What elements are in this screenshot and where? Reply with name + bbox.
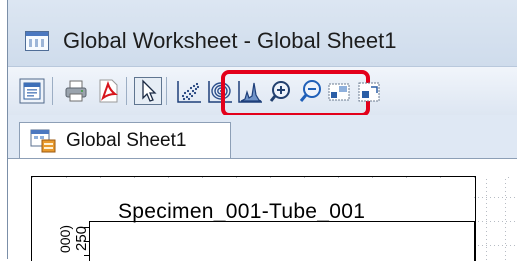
zoom-out-icon[interactable]	[298, 78, 324, 104]
print-icon[interactable]	[63, 78, 89, 104]
worksheet-tab-icon	[30, 129, 56, 153]
toolbar-separator	[166, 77, 167, 105]
y-tick-label: 250	[73, 225, 90, 251]
worksheet-app-icon[interactable]	[25, 31, 49, 51]
grid-line	[474, 245, 517, 246]
y-axis-tick	[84, 255, 90, 256]
fit-page-icon[interactable]	[356, 78, 382, 104]
dot-plot-tool-icon[interactable]	[176, 78, 202, 104]
grid-line	[474, 197, 517, 198]
tab-global-sheet1[interactable]: Global Sheet1	[19, 122, 231, 160]
grid-line	[505, 179, 506, 260]
worksheet-canvas[interactable]: Specimen_001-Tube_001 250 000)	[8, 158, 517, 261]
zoom-in-icon[interactable]	[268, 78, 294, 104]
grid-line	[474, 221, 517, 222]
worksheet-toolbar	[8, 66, 517, 117]
desktop-background-edge	[0, 0, 7, 259]
pdf-export-icon[interactable]	[95, 78, 121, 104]
sheet-tab-strip: Global Sheet1	[8, 115, 517, 160]
toolbar-separator	[52, 77, 53, 105]
toolbar-separator	[126, 77, 127, 105]
plot-area[interactable]	[89, 221, 475, 261]
y-axis-label: 000)	[57, 224, 73, 253]
grid-layout-icon[interactable]	[326, 78, 352, 104]
global-worksheet-window: Global Worksheet - Global Sheet1 Global …	[7, 0, 517, 261]
pointer-tool-icon[interactable]	[134, 77, 162, 105]
worksheet-view-icon[interactable]	[19, 78, 45, 104]
tab-label: Global Sheet1	[66, 130, 187, 151]
title-bar[interactable]: Global Worksheet - Global Sheet1	[8, 0, 517, 66]
grid-line	[486, 179, 487, 260]
window-title: Global Worksheet - Global Sheet1	[63, 28, 397, 53]
